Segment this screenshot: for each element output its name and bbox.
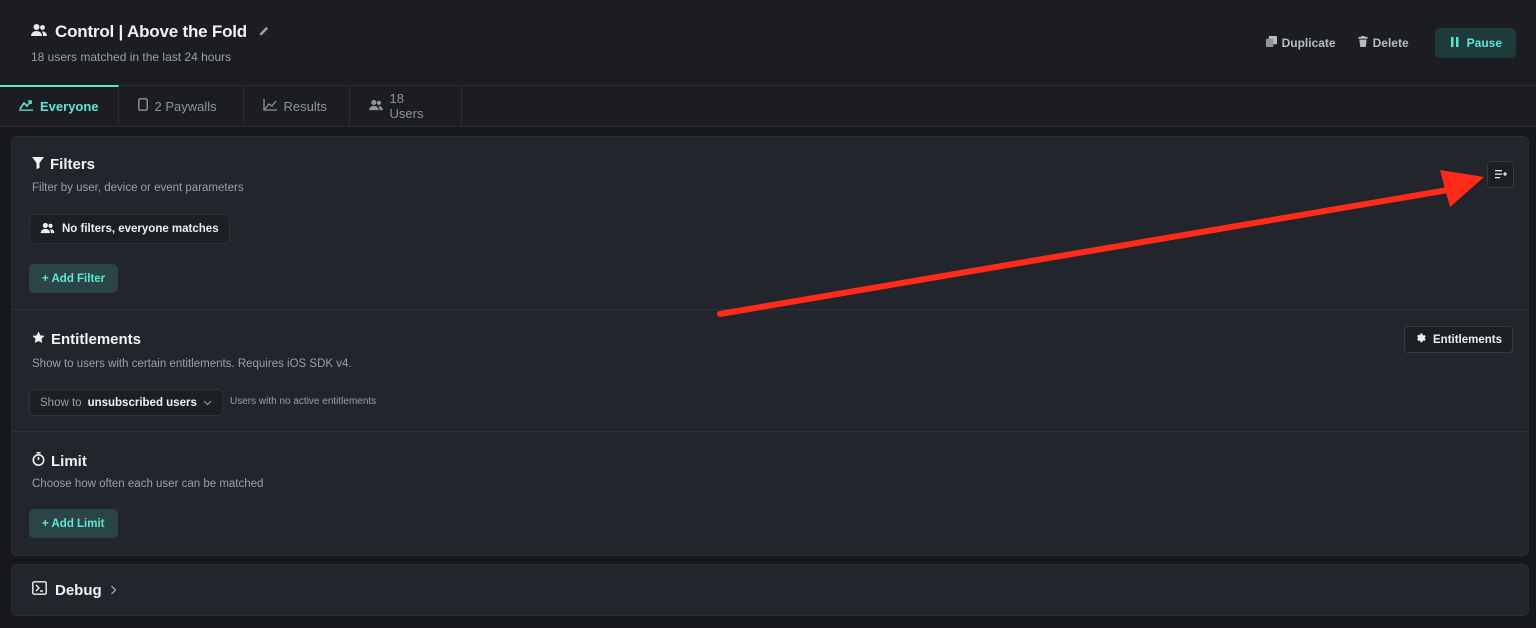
entitlements-title: Entitlements — [51, 331, 142, 348]
add-limit-button[interactable]: + Add Limit — [29, 509, 118, 538]
select-value: unsubscribed users — [87, 396, 197, 409]
funnel-icon — [32, 156, 44, 173]
limit-heading: Limit — [32, 452, 87, 470]
filters-title: Filters — [50, 156, 96, 173]
users-icon — [40, 222, 55, 237]
terminal-icon — [32, 581, 47, 599]
entitlements-heading: Entitlements — [32, 331, 141, 348]
select-hint: Users with no active entitlements — [230, 396, 377, 407]
no-filters-label: No filters, everyone matches — [62, 223, 219, 235]
copy-icon — [1265, 36, 1277, 50]
pause-label: Pause — [1466, 36, 1502, 50]
limit-title: Limit — [51, 452, 87, 470]
no-filters-badge: No filters, everyone matches — [29, 214, 230, 244]
edit-pencil-icon[interactable] — [259, 23, 270, 41]
stopwatch-icon — [32, 452, 45, 470]
debug-card[interactable]: Debug — [11, 564, 1529, 616]
tab-label: Results — [283, 98, 327, 114]
pause-icon — [1450, 36, 1459, 50]
chevron-right-icon — [110, 582, 117, 599]
entitlements-description: Show to users with certain entitlements.… — [32, 358, 352, 370]
tab-paywalls[interactable]: 2 Paywalls — [119, 86, 244, 126]
star-icon — [32, 331, 45, 348]
tab-everyone[interactable]: Everyone — [0, 85, 119, 125]
gear-icon — [1415, 332, 1427, 347]
debug-heading[interactable]: Debug — [32, 581, 117, 599]
tab-results[interactable]: Results — [244, 86, 350, 126]
tab-users[interactable]: 18 Users — [350, 86, 462, 126]
add-filter-button[interactable]: + Add Filter — [29, 264, 119, 293]
duplicate-button[interactable]: Duplicate — [1260, 30, 1342, 56]
title-row: Control | Above the Fold — [31, 22, 270, 42]
chevron-down-icon — [203, 397, 212, 409]
pause-button[interactable]: Pause — [1434, 28, 1516, 58]
page-header: Control | Above the Fold 18 users matche… — [0, 0, 1536, 86]
header-actions: Duplicate Delete Pause — [1260, 28, 1516, 58]
users-icon — [368, 99, 383, 114]
rules-card: Filters Filter by user, device or event … — [11, 136, 1529, 556]
tab-label: 18 Users — [389, 91, 424, 121]
debug-title: Debug — [55, 581, 102, 599]
delete-label: Delete — [1372, 36, 1409, 50]
filters-heading: Filters — [32, 156, 95, 173]
entitlements-button-label: Entitlements — [1433, 333, 1503, 346]
users-icon — [31, 23, 47, 42]
trash-icon — [1358, 36, 1368, 50]
tab-label: Everyone — [40, 98, 99, 114]
page-title: Control | Above the Fold — [55, 22, 247, 41]
filter-options-button[interactable] — [1487, 161, 1514, 188]
audience-select[interactable]: Show to unsubscribed users — [29, 389, 223, 416]
select-prefix: Show to — [40, 396, 82, 409]
phone-icon — [137, 98, 148, 114]
filters-description: Filter by user, device or event paramete… — [32, 182, 244, 194]
delete-button[interactable]: Delete — [1352, 30, 1415, 56]
limit-description: Choose how often each user can be matche… — [32, 478, 264, 490]
section-divider — [12, 309, 1528, 310]
duplicate-label: Duplicate — [1281, 36, 1336, 50]
chart-line-icon — [262, 98, 277, 114]
match-summary: 18 users matched in the last 24 hours — [31, 50, 232, 64]
tab-label: 2 Paywalls — [154, 98, 217, 114]
section-divider — [12, 431, 1528, 432]
audience-icon — [19, 99, 33, 114]
list-add-icon — [1494, 166, 1507, 184]
tab-bar: Everyone 2 Paywalls Results 18 Users — [0, 85, 1536, 127]
entitlements-settings-button[interactable]: Entitlements — [1404, 326, 1514, 353]
